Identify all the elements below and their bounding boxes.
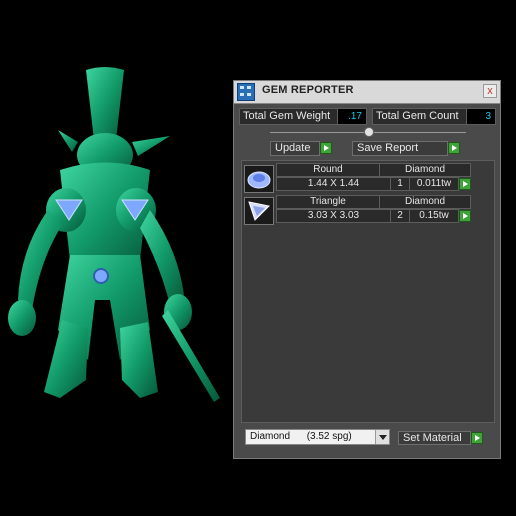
set-material-button-label: Set Material (403, 432, 462, 444)
save-report-button-label: Save Report (357, 142, 419, 154)
gem-material: Diamond (379, 163, 471, 177)
save-report-button[interactable]: Save Report (352, 141, 448, 156)
window-title: GEM REPORTER (262, 84, 354, 96)
gem-count: 1 (390, 177, 410, 191)
jewelry-model-figure (8, 67, 220, 402)
material-select-value: Diamond (3.52 spg) (250, 431, 352, 442)
save-report-go-icon[interactable] (448, 142, 460, 154)
triangle-gem-icon (244, 197, 274, 225)
gem-size: 3.03 X 3.03 (276, 209, 391, 223)
total-gem-count-value: 3 (466, 108, 496, 125)
total-gem-count-label: Total Gem Count (372, 108, 467, 125)
gem-reporter-panel: GEM REPORTER x Total Gem Weight .17 Tota… (233, 80, 501, 459)
set-material-button[interactable]: Set Material (398, 431, 471, 445)
total-gem-weight-value: .17 (337, 108, 367, 125)
chevron-down-icon[interactable] (375, 430, 389, 444)
set-material-go-icon[interactable] (471, 432, 483, 444)
gem-weight: 0.15tw (409, 209, 459, 223)
material-select[interactable]: Diamond (3.52 spg) (245, 429, 390, 445)
gem-go-icon[interactable] (459, 178, 471, 190)
app-icon (237, 83, 255, 101)
gem-go-icon[interactable] (459, 210, 471, 222)
gem-shape: Triangle (276, 195, 380, 209)
gem-size: 1.44 X 1.44 (276, 177, 391, 191)
gem-shape: Round (276, 163, 380, 177)
total-gem-weight-label: Total Gem Weight (239, 108, 338, 125)
gem-count: 2 (390, 209, 410, 223)
gem-weight: 0.011tw (409, 177, 459, 191)
gem-list[interactable]: Round Diamond 1.44 X 1.44 1 0.011tw Tria… (241, 160, 495, 423)
slider-handle[interactable] (364, 127, 374, 137)
close-icon[interactable]: x (483, 84, 497, 98)
title-bar[interactable]: GEM REPORTER x (234, 81, 500, 104)
update-button-label: Update (275, 142, 311, 154)
round-gem-icon (244, 165, 274, 193)
gem-material: Diamond (379, 195, 471, 209)
update-button[interactable]: Update (270, 141, 320, 156)
update-go-icon[interactable] (320, 142, 332, 154)
